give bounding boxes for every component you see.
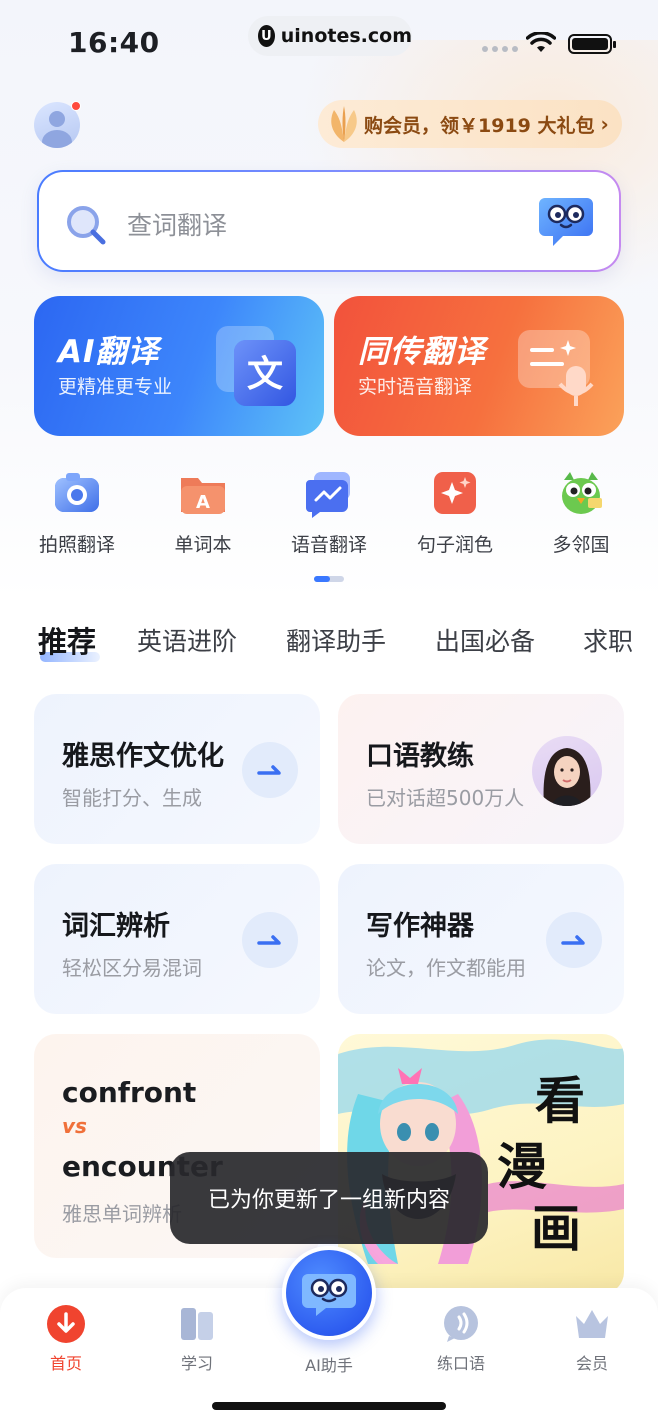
card-subtitle: 论文，作文都能用 bbox=[366, 956, 526, 980]
search-placeholder: 查词翻译 bbox=[127, 211, 228, 240]
arrow-right-icon bbox=[257, 935, 281, 945]
manga-title-line3: 画 bbox=[531, 1199, 581, 1258]
tool-voice-translate[interactable]: 语音翻译 bbox=[274, 468, 384, 557]
arrow-right-icon bbox=[257, 765, 281, 775]
search-box[interactable]: 查词翻译 bbox=[37, 170, 621, 272]
url-pill[interactable]: U uinotes.com bbox=[248, 16, 412, 56]
sparkle-icon bbox=[430, 468, 480, 518]
card-title: 雅思作文优化 bbox=[62, 741, 224, 772]
nav-label: AI助手 bbox=[305, 1356, 353, 1375]
vip-promo-button[interactable]: 购会员，领￥1919 大礼包 › bbox=[318, 100, 622, 148]
voice-chat-icon bbox=[304, 468, 354, 518]
url-text: uinotes.com bbox=[280, 25, 412, 47]
search-icon bbox=[67, 206, 106, 245]
nav-label: 会员 bbox=[575, 1354, 608, 1373]
vocab-discrimination-card[interactable]: 词汇辨析 轻松区分易混词 bbox=[34, 864, 320, 1014]
coach-avatar bbox=[532, 736, 602, 806]
nav-label: 学习 bbox=[180, 1354, 213, 1373]
nav-label: 首页 bbox=[49, 1354, 82, 1373]
simultaneous-translate-card[interactable]: 同传翻译 实时语音翻译 bbox=[334, 296, 624, 436]
owl-icon bbox=[556, 468, 606, 518]
vip-promo-text: 购会员，领￥1919 大礼包 bbox=[364, 114, 595, 137]
status-bar: 16:40 U uinotes.com bbox=[0, 0, 658, 86]
go-arrow-button[interactable] bbox=[242, 912, 298, 968]
manga-title-line1: 看 bbox=[535, 1071, 585, 1130]
nav-ai-assistant-label[interactable]: AI助手 bbox=[289, 1346, 369, 1376]
nav-speaking[interactable]: 练口语 bbox=[421, 1304, 501, 1374]
site-logo-icon: U bbox=[258, 25, 275, 47]
writing-tool-card[interactable]: 写作神器 论文，作文都能用 bbox=[338, 864, 624, 1014]
category-tabs: 推荐 英语进阶 翻译助手 出国必备 求职 bbox=[0, 600, 658, 680]
speech-bubble-icon bbox=[441, 1304, 481, 1344]
card-subtitle: 雅思单词辨析 bbox=[62, 1202, 182, 1226]
wifi-icon bbox=[526, 32, 556, 52]
compare-word-1: confront bbox=[62, 1076, 197, 1109]
card-title: 写作神器 bbox=[366, 911, 474, 942]
translate-doc-glyph: 文 bbox=[247, 354, 283, 395]
folder-a-icon: A bbox=[178, 468, 228, 518]
home-indicator bbox=[212, 1402, 446, 1410]
vip-leaf-icon bbox=[331, 106, 357, 142]
notification-dot bbox=[71, 101, 81, 111]
svg-text:A: A bbox=[196, 492, 210, 513]
tool-label: 多邻国 bbox=[552, 534, 610, 556]
tab-english-advanced[interactable]: 英语进阶 bbox=[137, 622, 237, 658]
simultaneous-translate-subtitle: 实时语音翻译 bbox=[358, 376, 473, 398]
tool-duolingo[interactable]: 多邻国 bbox=[526, 468, 636, 557]
camera-icon bbox=[52, 468, 102, 518]
nav-membership[interactable]: 会员 bbox=[552, 1304, 632, 1374]
book-icon bbox=[177, 1304, 217, 1344]
simultaneous-translate-title: 同传翻译 bbox=[358, 334, 486, 370]
cellular-signal-icon bbox=[482, 46, 518, 52]
versus-label: vs bbox=[62, 1114, 87, 1138]
tool-sentence-polish[interactable]: 句子润色 bbox=[400, 468, 510, 557]
card-subtitle: 智能打分、生成 bbox=[62, 786, 202, 810]
ai-assistant-button[interactable] bbox=[282, 1246, 376, 1340]
tool-photo-translate[interactable]: 拍照翻译 bbox=[22, 468, 132, 557]
nav-home[interactable]: 首页 bbox=[26, 1304, 106, 1374]
ai-bot-icon[interactable] bbox=[537, 194, 595, 248]
nav-label: 练口语 bbox=[436, 1354, 485, 1373]
go-arrow-button[interactable] bbox=[242, 742, 298, 798]
go-arrow-button[interactable] bbox=[546, 912, 602, 968]
tool-label: 语音翻译 bbox=[290, 534, 367, 556]
update-toast: 已为你更新了一组新内容 bbox=[170, 1152, 488, 1244]
status-time: 16:40 bbox=[68, 26, 160, 59]
tool-label: 单词本 bbox=[174, 534, 232, 556]
tab-study-abroad[interactable]: 出国必备 bbox=[435, 622, 535, 658]
translate-doc-icon: 文 bbox=[216, 326, 296, 406]
tool-label: 拍照翻译 bbox=[38, 534, 115, 556]
tool-wordbook[interactable]: A 单词本 bbox=[148, 468, 258, 557]
arrow-right-icon bbox=[561, 935, 585, 945]
tab-job-hunting[interactable]: 求职 bbox=[583, 622, 633, 658]
battery-icon bbox=[568, 34, 616, 54]
card-subtitle: 轻松区分易混词 bbox=[62, 956, 202, 980]
card-subtitle: 已对话超500万人 bbox=[366, 786, 525, 810]
ai-translate-title: AI翻译 bbox=[58, 334, 160, 370]
tab-translate-assistant[interactable]: 翻译助手 bbox=[286, 622, 386, 658]
ai-translate-card[interactable]: AI翻译 更精准更专业 文 bbox=[34, 296, 324, 436]
home-down-icon bbox=[46, 1304, 86, 1344]
card-title: 口语教练 bbox=[366, 741, 474, 772]
tools-page-indicator bbox=[314, 576, 344, 582]
ielts-writing-card[interactable]: 雅思作文优化 智能打分、生成 bbox=[34, 694, 320, 844]
ai-translate-subtitle: 更精准更专业 bbox=[58, 376, 173, 398]
card-title: 词汇辨析 bbox=[62, 911, 170, 942]
tab-recommend[interactable]: 推荐 bbox=[38, 619, 96, 661]
microphone-icon bbox=[518, 330, 594, 406]
tool-label: 句子润色 bbox=[416, 534, 493, 556]
ai-bot-icon bbox=[302, 1274, 356, 1316]
crown-icon bbox=[572, 1304, 612, 1344]
manga-title-line2: 漫 bbox=[497, 1137, 547, 1196]
chevron-right-icon: › bbox=[600, 112, 609, 136]
speaking-coach-card[interactable]: 口语教练 已对话超500万人 bbox=[338, 694, 624, 844]
nav-study[interactable]: 学习 bbox=[157, 1304, 237, 1374]
